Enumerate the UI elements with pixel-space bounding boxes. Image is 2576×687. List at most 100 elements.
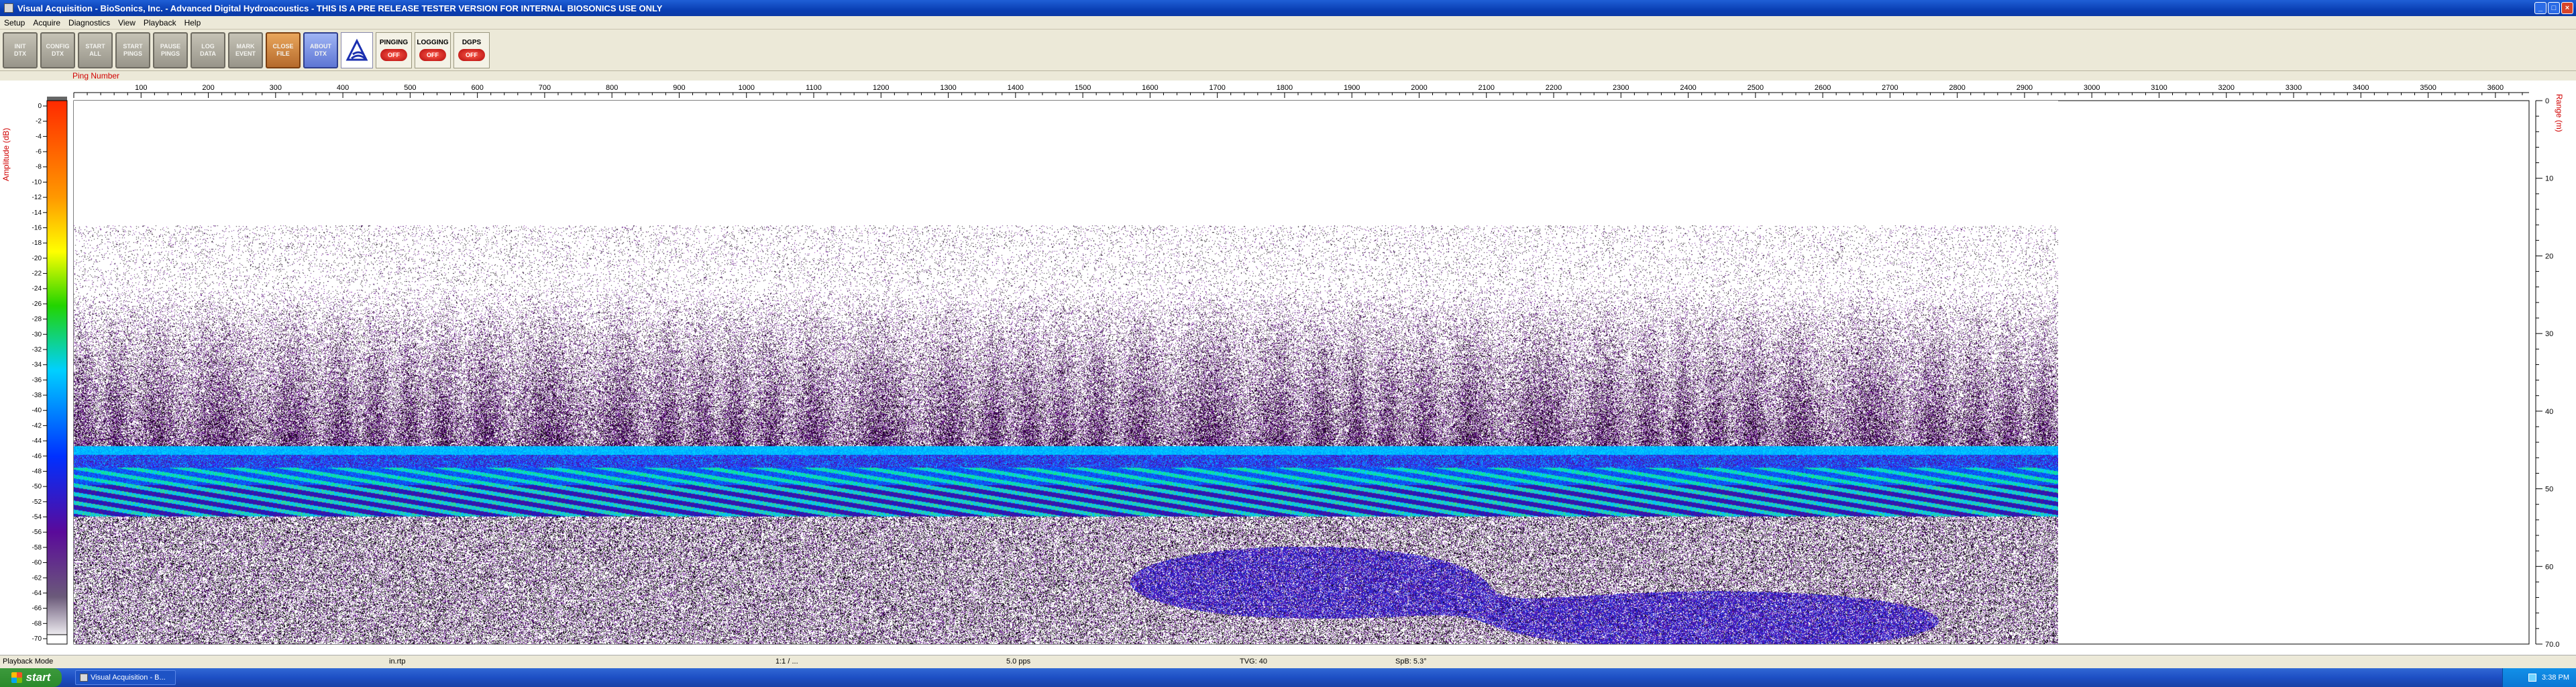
amplitude-color-scale <box>46 100 68 641</box>
color-scale-floor <box>46 634 68 645</box>
range-tick-label: 40 <box>2545 408 2553 416</box>
about-dtx-button[interactable]: ABOUT DTX <box>303 32 338 68</box>
amplitude-tick-label: -68 <box>32 620 42 627</box>
range-tick-label: 60 <box>2545 563 2553 571</box>
button-label: START <box>85 42 105 50</box>
menu-setup[interactable]: Setup <box>0 18 29 28</box>
menu-help[interactable]: Help <box>180 18 205 28</box>
close-file-button[interactable]: CLOSE FILE <box>266 32 301 68</box>
echogram[interactable]: 0 -2 -4 -6 -8 -10 -12 -14 -16 -18 -20 -22 -24 -26 -28 -… <box>0 81 2576 655</box>
menu-acquire[interactable]: Acquire <box>29 18 64 28</box>
start-all-button[interactable]: START ALL <box>78 32 113 68</box>
amplitude-tick-label: -58 <box>32 544 42 551</box>
ping-tick-label: 500 <box>404 84 416 92</box>
range-tick-label: 30 <box>2545 330 2553 338</box>
amplitude-tick-label: -6 <box>36 148 42 156</box>
ping-tick-label: 700 <box>539 84 551 92</box>
button-label: PINGS <box>160 50 180 57</box>
button-label: PAUSE <box>160 42 181 50</box>
amplitude-tick-label: -8 <box>36 164 42 171</box>
amplitude-tick-label: -44 <box>32 437 42 445</box>
menu-diagnostics[interactable]: Diagnostics <box>64 18 114 28</box>
amplitude-tick-label: -30 <box>32 331 42 338</box>
amplitude-tick-label: -28 <box>32 316 42 323</box>
amplitude-tick-label: -12 <box>32 194 42 201</box>
toolbar: INIT DTX CONFIG DTX START ALL START PINGS PA… <box>0 30 2576 71</box>
windows-flag-icon <box>11 672 22 683</box>
range-tick-label: 20 <box>2545 252 2553 260</box>
ping-tick-label: 3200 <box>2218 84 2235 92</box>
maximize-button[interactable]: □ <box>2548 2 2560 14</box>
start-button[interactable]: start <box>0 668 62 687</box>
status-tvg: TVG: 40 <box>1240 657 1267 666</box>
status-label: LOGGING <box>417 39 449 46</box>
amplitude-axis-label: Amplitude (dB) <box>1 127 11 181</box>
close-window-button[interactable]: × <box>2561 2 2573 14</box>
ping-tick-label: 100 <box>135 84 147 92</box>
ping-tick-label: 2800 <box>1949 84 1965 92</box>
ping-tick-label: 900 <box>673 84 685 92</box>
ping-tick-label: 1400 <box>1008 84 1024 92</box>
ping-tick-label: 3300 <box>2286 84 2302 92</box>
ping-tick-label: 2000 <box>1411 84 1427 92</box>
log-data-button[interactable]: LOG DATA <box>191 32 225 68</box>
dgps-led: OFF <box>458 49 485 61</box>
app-icon <box>4 3 13 13</box>
ping-tick-label: 3000 <box>2084 84 2100 92</box>
button-label: INIT <box>14 42 26 50</box>
amplitude-tick-label: -42 <box>32 422 42 429</box>
button-label: DTX <box>14 50 26 57</box>
button-label: LOG <box>201 42 215 50</box>
mark-event-button[interactable]: MARK EVENT <box>228 32 263 68</box>
ping-tick-label: 2500 <box>1748 84 1764 92</box>
taskbar-item-visual-acquisition[interactable]: Visual Acquisition - B... <box>75 670 176 685</box>
status-ping: 1:1 / ... <box>775 657 798 666</box>
amplitude-tick-label: -52 <box>32 498 42 506</box>
network-icon[interactable] <box>2528 674 2537 682</box>
range-tick-label: 10 <box>2545 175 2553 183</box>
ping-tick-label: 1700 <box>1209 84 1225 92</box>
range-tick-label: 70.0 <box>2545 641 2559 649</box>
amplitude-tick-label: -14 <box>32 209 42 217</box>
amplitude-tick-label: -4 <box>36 133 42 140</box>
menu-playback[interactable]: Playback <box>140 18 180 28</box>
amplitude-tick-label: -70 <box>32 635 42 643</box>
button-label: FILE <box>276 50 290 57</box>
amplitude-tick-label: -66 <box>32 605 42 613</box>
minimize-button[interactable]: _ <box>2534 2 2546 14</box>
system-tray: 3:38 PM <box>2502 668 2576 687</box>
amplitude-tick-label: -10 <box>32 178 42 186</box>
ping-tick-label: 400 <box>337 84 349 92</box>
pinging-status: PINGING OFF <box>376 32 412 68</box>
ping-tick-label: 600 <box>471 84 483 92</box>
range-axis-label: Range (m) <box>2555 94 2564 132</box>
amplitude-tick-label: -64 <box>32 590 42 597</box>
echogram-panel[interactable]: 0 -2 -4 -6 -8 -10 -12 -14 -16 -18 -20 -22 -24 -26 -28 -… <box>0 81 2576 655</box>
pause-pings-button[interactable]: PAUSE PINGS <box>153 32 188 68</box>
ping-tick-label: 3500 <box>2420 84 2436 92</box>
ping-tick-label: 800 <box>606 84 618 92</box>
menu-view[interactable]: View <box>114 18 140 28</box>
amplitude-tick-label: -62 <box>32 574 42 582</box>
status-label: PINGING <box>379 39 409 46</box>
ping-tick-label: 1900 <box>1344 84 1360 92</box>
dgps-status: DGPS OFF <box>453 32 490 68</box>
ping-tick-label: 1100 <box>806 84 822 92</box>
ping-tick-label: 1200 <box>873 84 889 92</box>
ping-tick-label: 2400 <box>1680 84 1696 92</box>
config-dtx-button[interactable]: CONFIG DTX <box>40 32 75 68</box>
button-label: MARK <box>236 42 255 50</box>
ping-tick-label: 200 <box>202 84 214 92</box>
status-spb: SpB: 5.3° <box>1395 657 1427 666</box>
amplitude-tick-label: -36 <box>32 376 42 384</box>
range-tick-label: 50 <box>2545 486 2553 494</box>
biosonics-logo <box>341 32 373 68</box>
amplitude-tick-label: -54 <box>32 514 42 521</box>
amplitude-tick-label: -2 <box>36 118 42 125</box>
start-pings-button[interactable]: START PINGS <box>115 32 150 68</box>
range-tick-label: 0 <box>2545 97 2549 105</box>
init-dtx-button[interactable]: INIT DTX <box>3 32 38 68</box>
status-rate: 5.0 pps <box>1006 657 1031 666</box>
ping-tick-label: 1000 <box>738 84 754 92</box>
color-scale-cap <box>47 97 67 101</box>
